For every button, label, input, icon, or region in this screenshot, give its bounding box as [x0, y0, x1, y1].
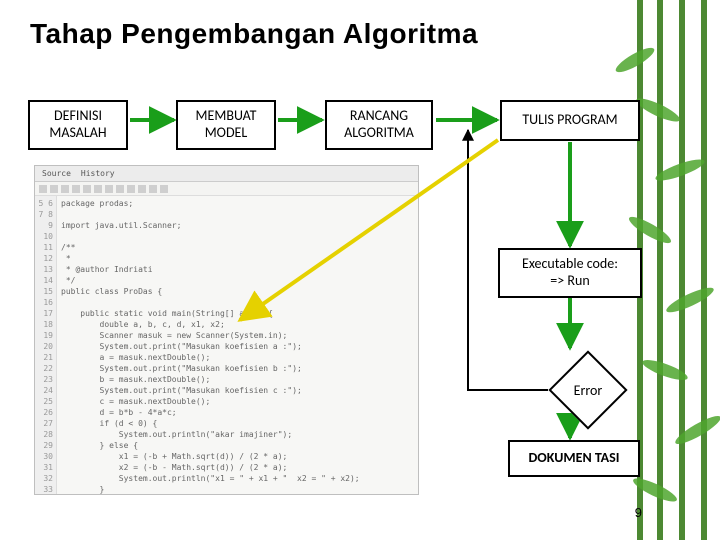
code-screenshot: Source History 5 6 7 8 9 10 11 12 13 14 … [34, 165, 419, 495]
box-tulis-program: TULIS PROGRAM [500, 100, 640, 141]
tab-source: Source [39, 169, 74, 178]
tab-history: History [78, 169, 118, 178]
code-body: package prodas; import java.util.Scanner… [57, 196, 418, 494]
code-toolbar [35, 182, 418, 196]
decision-error: Error [560, 362, 616, 418]
page-title: Tahap Pengembangan Algoritma [30, 18, 478, 50]
box-dokumentasi: DOKUMEN TASI [508, 440, 640, 477]
box-definisi-masalah: DEFINISIMASALAH [28, 100, 128, 150]
code-gutter: 5 6 7 8 9 10 11 12 13 14 15 16 17 18 19 … [35, 196, 57, 494]
box-membuat-model: MEMBUATMODEL [176, 100, 276, 150]
page-number: 9 [635, 505, 642, 520]
box-executable-run: Executable code:=> Run [498, 248, 642, 298]
box-rancang-algoritma: RANCANGALGORITMA [325, 100, 433, 150]
decision-error-label: Error [560, 362, 616, 418]
